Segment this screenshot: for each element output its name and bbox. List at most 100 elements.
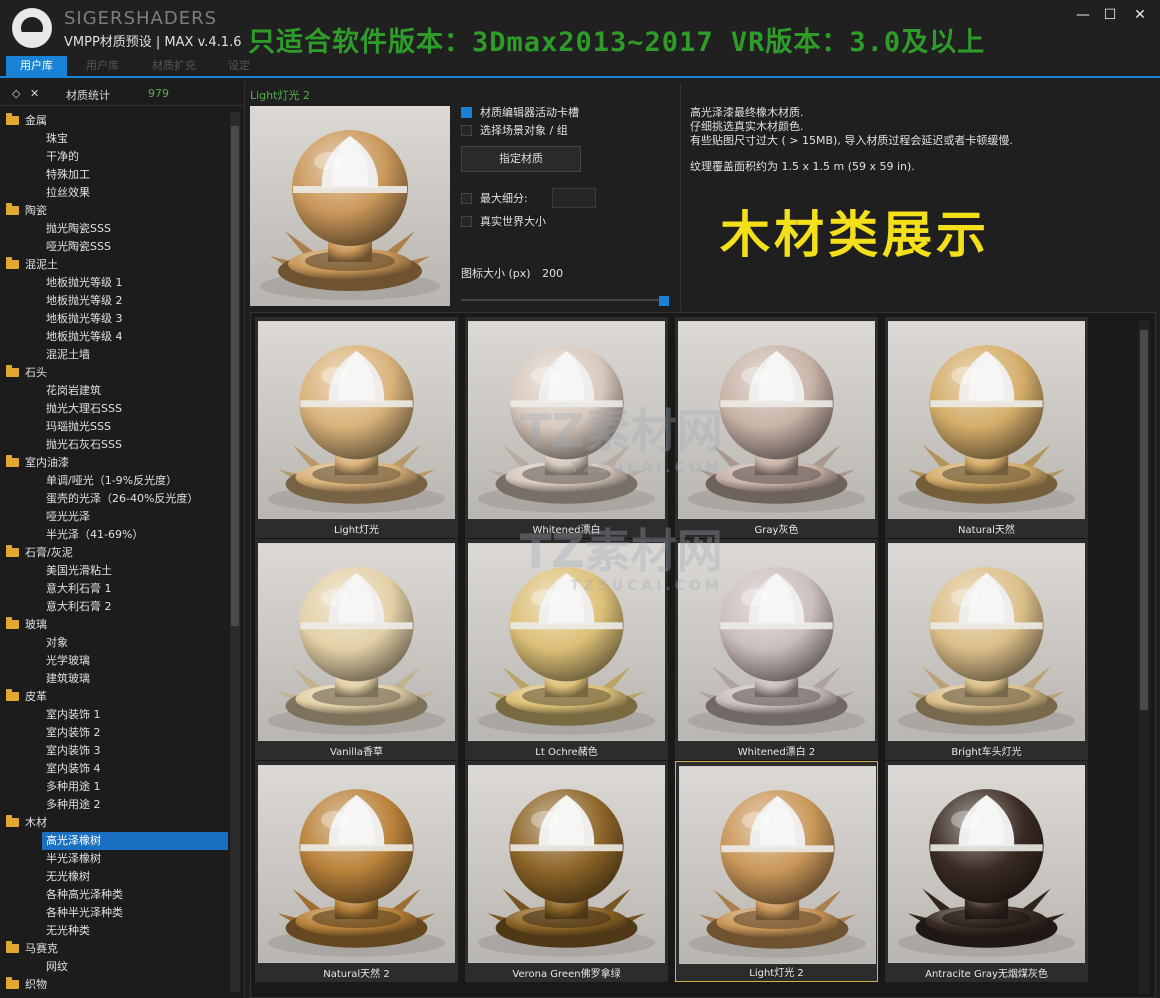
max-subdiv-checkbox[interactable] <box>461 193 472 204</box>
tree-item-label: 地板抛光等级 2 <box>46 294 123 307</box>
tree-subcategory[interactable]: 地板抛光等级 2 <box>4 292 228 310</box>
tree-subcategory[interactable]: 地板抛光等级 4 <box>4 328 228 346</box>
tree-subcategory[interactable]: 对象 <box>4 634 228 652</box>
editor-slot-option[interactable]: 材质编辑器活动卡槽 <box>461 105 579 121</box>
category-panel: ◇ ✕ 材质统计 979 金属 珠宝 干净的 特殊加工 拉丝效果 陶瓷 抛光陶瓷SSS 哑光陶… <box>0 82 245 998</box>
assign-material-button[interactable]: 指定材质 <box>461 146 581 172</box>
tree-category[interactable]: 石膏/灰泥 <box>4 544 228 562</box>
tree-item-label: 各种高光泽种类 <box>46 888 123 901</box>
tree-subcategory[interactable]: 抛光大理石SSS <box>4 400 228 418</box>
material-tile[interactable]: Light灯光 <box>255 317 458 538</box>
tree-subcategory[interactable]: 建筑玻璃 <box>4 670 228 688</box>
slider-handle[interactable] <box>659 296 669 306</box>
tree-subcategory[interactable]: 特殊加工 <box>4 166 228 184</box>
tab-settings[interactable]: 设定 <box>214 56 264 76</box>
tree-subcategory[interactable]: 多种用途 2 <box>4 796 228 814</box>
tree-subcategory[interactable]: 室内装饰 3 <box>4 742 228 760</box>
tree-category[interactable]: 金属 <box>4 112 228 130</box>
sigershaders-logo-icon <box>12 8 52 48</box>
material-tile[interactable]: Antracite Gray无烟煤灰色 <box>885 761 1088 982</box>
material-tile[interactable]: Whitened漂白 2 <box>675 539 878 760</box>
material-tile[interactable]: Verona Green佛罗拿绿 <box>465 761 668 982</box>
tree-category[interactable]: 室内油漆 <box>4 454 228 472</box>
tree-subcategory[interactable]: 无光橡树 <box>4 868 228 886</box>
tree-subcategory[interactable]: 哑光陶瓷SSS <box>4 238 228 256</box>
tree-subcategory[interactable]: 室内装饰 1 <box>4 706 228 724</box>
tree-subcategory[interactable]: 混泥土墙 <box>4 346 228 364</box>
tree-subcategory[interactable]: 室内装饰 4 <box>4 760 228 778</box>
tree-item-label: 混泥土墙 <box>46 348 90 361</box>
tree-subcategory[interactable]: 地板抛光等级 1 <box>4 274 228 292</box>
select-scene-option[interactable]: 选择场景对象 / 组 <box>461 123 568 139</box>
tree-subcategory[interactable]: 地板抛光等级 3 <box>4 310 228 328</box>
collapse-icon[interactable]: ◇ <box>12 87 20 100</box>
tree-subcategory[interactable]: 花岗岩建筑 <box>4 382 228 400</box>
material-tile[interactable]: Light灯光 2 <box>675 761 878 982</box>
tree-category[interactable]: 陶瓷 <box>4 202 228 220</box>
tree-subcategory[interactable]: 单调/哑光（1-9%反光度） <box>4 472 228 490</box>
tree-subcategory[interactable]: 半光泽（41-69%） <box>4 526 228 544</box>
tree-subcategory[interactable]: 美国光滑粘土 <box>4 562 228 580</box>
tree-subcategory[interactable]: 哑光光泽 <box>4 508 228 526</box>
minimize-button[interactable]: — <box>1074 6 1092 24</box>
tree-category[interactable]: 石头 <box>4 364 228 382</box>
tree-subcategory[interactable]: 光学玻璃 <box>4 652 228 670</box>
tree-subcategory[interactable]: 抛光陶瓷SSS <box>4 220 228 238</box>
tree-subcategory[interactable]: 意大利石膏 2 <box>4 598 228 616</box>
tree-subcategory[interactable]: 蛋壳的光泽（26-40%反光度） <box>4 490 228 508</box>
tree-item-label: 拉丝效果 <box>46 186 90 199</box>
tree-category[interactable]: 织物 <box>4 976 228 992</box>
maximize-button[interactable]: ☐ <box>1101 6 1119 24</box>
real-world-option[interactable]: 真实世界大小 <box>461 214 546 230</box>
folder-icon <box>6 365 19 377</box>
app-subtitle: VMPP材质预设 | MAX v.4.1.6 <box>64 35 242 50</box>
tree-subcategory[interactable]: 干净的 <box>4 148 228 166</box>
material-tile[interactable]: Natural天然 2 <box>255 761 458 982</box>
tab-bar: 用户库 用户库 材质扩充 设定 <box>0 56 1160 78</box>
tree-subcategory[interactable]: 室内装饰 2 <box>4 724 228 742</box>
tree-category[interactable]: 木材 <box>4 814 228 832</box>
material-tile[interactable]: Vanilla香草 <box>255 539 458 760</box>
tree-category[interactable]: 混泥土 <box>4 256 228 274</box>
tree-subcategory[interactable]: 拉丝效果 <box>4 184 228 202</box>
max-subdiv-input[interactable] <box>552 188 596 208</box>
clear-icon[interactable]: ✕ <box>30 87 39 100</box>
tree-subcategory[interactable]: 各种高光泽种类 <box>4 886 228 904</box>
select-scene-checkbox[interactable] <box>461 125 472 136</box>
tree-subcategory[interactable]: 意大利石膏 1 <box>4 580 228 598</box>
close-button[interactable]: ✕ <box>1131 6 1149 24</box>
tree-category[interactable]: 玻璃 <box>4 616 228 634</box>
tree-subcategory[interactable]: 网纹 <box>4 958 228 976</box>
tree-subcategory[interactable]: 玛瑙抛光SSS <box>4 418 228 436</box>
material-tile-label: Light灯光 <box>334 525 379 536</box>
tree-subcategory[interactable]: 抛光石灰石SSS <box>4 436 228 454</box>
tree-subcategory[interactable]: 珠宝 <box>4 130 228 148</box>
max-subdiv-option[interactable]: 最大细分: <box>461 191 528 207</box>
tree-subcategory[interactable]: 高光泽橡树 <box>42 832 228 850</box>
icon-size-label: 图标大小 (px) 200 <box>461 267 564 280</box>
category-scrollbar[interactable] <box>230 112 240 992</box>
icon-size-slider[interactable] <box>461 296 669 306</box>
tree-subcategory[interactable]: 半光泽橡树 <box>4 850 228 868</box>
folder-icon <box>6 977 19 989</box>
material-tile[interactable]: Natural天然 <box>885 317 1088 538</box>
tree-subcategory[interactable]: 无光种类 <box>4 922 228 940</box>
tree-item-label: 室内油漆 <box>25 456 69 469</box>
real-world-checkbox[interactable] <box>461 216 472 227</box>
material-tile[interactable]: Lt Ochre赭色 <box>465 539 668 760</box>
tab-material-expand[interactable]: 材质扩充 <box>138 56 210 76</box>
preview-title: Light灯光 2 <box>250 89 310 102</box>
grid-scrollbar[interactable] <box>1138 320 1150 994</box>
material-tile[interactable]: Bright车头灯光 <box>885 539 1088 760</box>
material-thumbnail <box>888 543 1085 741</box>
tree-subcategory[interactable]: 多种用途 1 <box>4 778 228 796</box>
material-tile[interactable]: Whitened漂白 <box>465 317 668 538</box>
tab-user-library[interactable]: 用户库 <box>6 56 67 76</box>
material-tile[interactable]: Gray灰色 <box>675 317 878 538</box>
tab-user-library-2[interactable]: 用户库 <box>72 56 133 76</box>
tree-subcategory[interactable]: 各种半光泽种类 <box>4 904 228 922</box>
tree-category[interactable]: 皮革 <box>4 688 228 706</box>
tree-item-label: 花岗岩建筑 <box>46 384 101 397</box>
tree-category[interactable]: 马赛克 <box>4 940 228 958</box>
editor-slot-checkbox[interactable] <box>461 107 472 118</box>
